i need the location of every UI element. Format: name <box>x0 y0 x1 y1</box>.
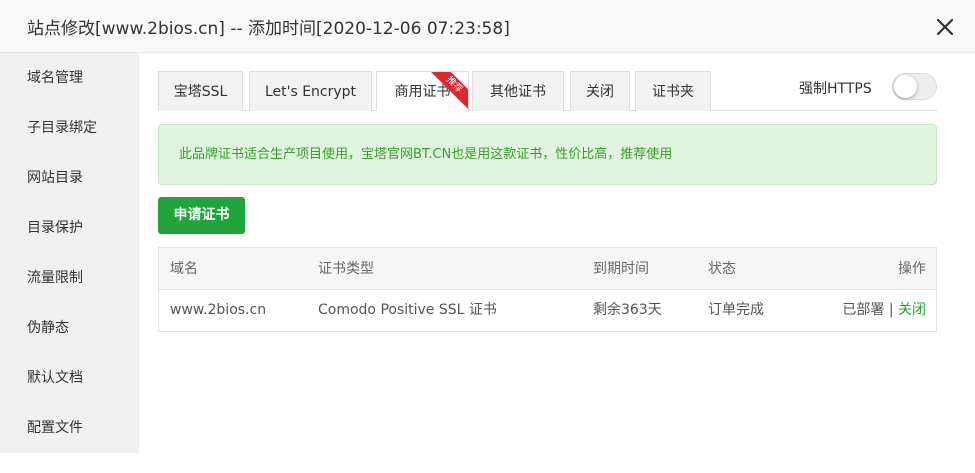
tab-other-cert[interactable]: 其他证书 <box>472 71 564 111</box>
close-icon[interactable] <box>934 16 956 38</box>
header-actions: 操作 <box>898 261 926 277</box>
sidebar-item-default-document[interactable]: 默认文档 <box>0 353 139 403</box>
site-edit-dialog: 站点修改[www.2bios.cn] -- 添加时间[2020-12-06 07… <box>0 0 975 473</box>
sidebar-item-domain-management[interactable]: 域名管理 <box>0 53 139 103</box>
row-actions: 已部署 | 关闭 <box>842 290 926 331</box>
row-expiry: 剩余363天 <box>593 302 662 318</box>
title-bar: 站点修改[www.2bios.cn] -- 添加时间[2020-12-06 07… <box>0 0 975 53</box>
recommend-notice: 此品牌证书适合生产项目使用，宝塔官网BT.CN也是用这款证书，性价比高，推荐使用 <box>158 124 937 185</box>
action-separator: | <box>888 302 894 318</box>
tab-lets-encrypt[interactable]: Let's Encrypt <box>249 71 372 111</box>
row-status: 订单完成 <box>708 302 764 318</box>
header-status: 状态 <box>708 261 736 277</box>
sidebar-item-directory-protection[interactable]: 目录保护 <box>0 203 139 253</box>
apply-cert-button[interactable]: 申请证书 <box>158 197 245 234</box>
tab-bt-ssl[interactable]: 宝塔SSL <box>158 71 243 111</box>
sidebar-item-traffic-limit[interactable]: 流量限制 <box>0 253 139 303</box>
table-header: 域名 证书类型 到期时间 状态 操作 <box>159 248 936 290</box>
tab-close[interactable]: 关闭 <box>570 71 630 111</box>
deployed-link[interactable]: 已部署 <box>842 302 884 318</box>
close-cert-link[interactable]: 关闭 <box>898 302 926 318</box>
force-https-label: 强制HTTPS <box>799 81 872 97</box>
tab-commercial-cert[interactable]: 商用证书 推荐 <box>376 71 469 111</box>
tab-cert-folder[interactable]: 证书夹 <box>635 71 711 111</box>
dialog-title: 站点修改[www.2bios.cn] -- 添加时间[2020-12-06 07… <box>27 19 510 39</box>
tab-commercial-cert-label: 商用证书 <box>394 84 451 100</box>
table-row: www.2bios.cn Comodo Positive SSL 证书 剩余36… <box>159 290 936 331</box>
toggle-knob <box>894 75 917 98</box>
sidebar-item-rewrite[interactable]: 伪静态 <box>0 303 139 353</box>
sidebar-item-site-directory[interactable]: 网站目录 <box>0 153 139 203</box>
cert-table: 域名 证书类型 到期时间 状态 操作 www.2bios.cn Comodo P… <box>158 247 937 332</box>
header-cert-type: 证书类型 <box>318 261 374 277</box>
header-domain: 域名 <box>170 261 198 277</box>
force-https-toggle[interactable] <box>892 73 937 100</box>
sidebar-item-config-file[interactable]: 配置文件 <box>0 403 139 453</box>
sidebar-item-subdirectory-binding[interactable]: 子目录绑定 <box>0 103 139 153</box>
row-domain: www.2bios.cn <box>170 302 267 318</box>
sidebar: 域名管理 子目录绑定 网站目录 目录保护 流量限制 伪静态 默认文档 配置文件 <box>0 53 139 453</box>
row-cert-type: Comodo Positive SSL 证书 <box>318 302 497 318</box>
header-expiry: 到期时间 <box>593 261 649 277</box>
